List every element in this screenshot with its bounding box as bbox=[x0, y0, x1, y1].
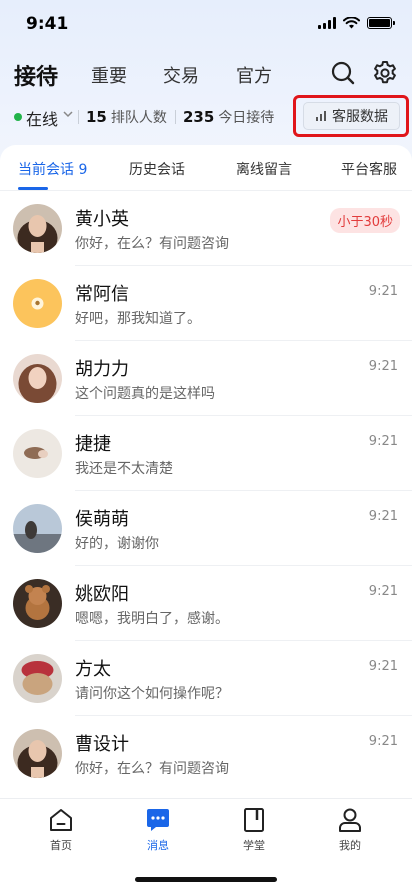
list-item[interactable]: 方太 请问你这个如何操作呢？ 9:21 bbox=[0, 641, 412, 716]
message-time: 9:21 bbox=[368, 584, 398, 599]
tab-offline-messages[interactable]: 离线留言 bbox=[236, 159, 292, 179]
today-label: 今日接待 bbox=[218, 110, 275, 126]
message-time: 9:21 bbox=[368, 359, 398, 374]
avatar bbox=[13, 504, 62, 553]
queue-count: 15 bbox=[86, 108, 107, 126]
contact-name: 方太 bbox=[75, 659, 111, 680]
home-indicator bbox=[135, 877, 277, 882]
divider bbox=[175, 110, 176, 124]
today-stat: 235 今日接待 bbox=[183, 107, 274, 127]
message-icon bbox=[147, 809, 169, 831]
active-tab-indicator bbox=[18, 187, 48, 190]
tab-transaction[interactable]: 交易 bbox=[163, 62, 199, 88]
message-time: 9:21 bbox=[368, 434, 398, 449]
tab-important[interactable]: 重要 bbox=[91, 62, 127, 88]
message-preview: 嗯嗯，我明白了，感谢。 bbox=[75, 611, 229, 627]
avatar bbox=[13, 579, 62, 628]
contact-name: 姚欧阳 bbox=[75, 584, 129, 605]
list-item[interactable]: 曹设计 你好，在么？有问题咨询 9:21 bbox=[0, 716, 412, 791]
book-icon bbox=[244, 808, 264, 832]
session-tabs: 当前会话 9 历史会话 离线留言 平台客服 bbox=[0, 145, 412, 191]
avatar bbox=[13, 729, 62, 778]
home-icon bbox=[50, 809, 72, 831]
message-preview: 这个问题真的是这样吗 bbox=[75, 386, 215, 402]
nav-profile[interactable]: 我的 bbox=[320, 807, 380, 853]
nav-academy[interactable]: 学堂 bbox=[224, 807, 284, 853]
status-time: 9:41 bbox=[26, 14, 69, 34]
tab-official[interactable]: 官方 bbox=[236, 62, 272, 88]
nav-messages-label: 消息 bbox=[147, 839, 169, 852]
avatar bbox=[13, 654, 62, 703]
message-time: 9:21 bbox=[368, 509, 398, 524]
message-preview: 你好，在么？有问题咨询 bbox=[75, 761, 229, 777]
avatar bbox=[13, 429, 62, 478]
divider bbox=[78, 110, 79, 124]
avatar bbox=[13, 354, 62, 403]
service-data-button[interactable]: 客服数据 bbox=[303, 102, 400, 130]
list-item[interactable]: 黄小英 你好，在么？有问题咨询 小于30秒 bbox=[0, 191, 412, 266]
online-status-dot bbox=[14, 113, 22, 121]
stats-row: 在线 15 排队人数 235 今日接待 客服数据 bbox=[0, 95, 412, 137]
contact-name: 常阿信 bbox=[75, 284, 129, 305]
tab-current-sessions[interactable]: 当前会话 9 bbox=[18, 159, 87, 179]
message-preview: 请问你这个如何操作呢？ bbox=[75, 686, 229, 702]
contact-name: 捷捷 bbox=[75, 434, 111, 455]
contact-name: 黄小英 bbox=[75, 209, 129, 230]
avatar bbox=[13, 204, 62, 253]
user-icon bbox=[339, 808, 361, 832]
search-icon[interactable] bbox=[330, 60, 356, 86]
conversation-panel: 当前会话 9 历史会话 离线留言 平台客服 黄小英 你好，在么？有问题咨询 小于… bbox=[0, 145, 412, 805]
list-item[interactable]: 捷捷 我还是不太清楚 9:21 bbox=[0, 416, 412, 491]
avatar bbox=[13, 279, 62, 328]
wait-time-badge: 小于30秒 bbox=[330, 208, 400, 233]
list-item[interactable]: 侯萌萌 好的，谢谢你 9:21 bbox=[0, 491, 412, 566]
list-item[interactable]: 常阿信 好吧，那我知道了。 9:21 bbox=[0, 266, 412, 341]
battery-icon bbox=[367, 17, 395, 29]
list-item[interactable]: 胡力力 这个问题真的是这样吗 9:21 bbox=[0, 341, 412, 416]
nav-academy-label: 学堂 bbox=[243, 839, 265, 852]
contact-name: 曹设计 bbox=[75, 734, 129, 755]
service-data-label: 客服数据 bbox=[332, 109, 388, 125]
message-preview: 你好，在么？有问题咨询 bbox=[75, 236, 229, 252]
today-count: 235 bbox=[183, 108, 215, 126]
tab-reception[interactable]: 接待 bbox=[14, 59, 58, 91]
nav-messages[interactable]: 消息 bbox=[128, 807, 188, 853]
bar-chart-icon bbox=[316, 111, 326, 121]
tab-history-sessions[interactable]: 历史会话 bbox=[129, 159, 185, 179]
chevron-down-icon[interactable] bbox=[62, 108, 74, 120]
message-time: 9:21 bbox=[368, 659, 398, 674]
signal-icon bbox=[318, 17, 336, 29]
queue-stat: 15 排队人数 bbox=[86, 107, 167, 127]
message-preview: 我还是不太清楚 bbox=[75, 461, 173, 477]
message-preview: 好的，谢谢你 bbox=[75, 536, 159, 552]
gear-icon[interactable] bbox=[372, 60, 398, 86]
queue-label: 排队人数 bbox=[110, 110, 167, 126]
nav-home-label: 首页 bbox=[50, 839, 72, 852]
online-status-label[interactable]: 在线 bbox=[26, 106, 58, 130]
nav-home[interactable]: 首页 bbox=[31, 807, 91, 853]
contact-name: 胡力力 bbox=[75, 359, 129, 380]
list-item[interactable]: 姚欧阳 嗯嗯，我明白了，感谢。 9:21 bbox=[0, 566, 412, 641]
status-icons bbox=[318, 17, 395, 29]
nav-profile-label: 我的 bbox=[339, 839, 361, 852]
message-preview: 好吧，那我知道了。 bbox=[75, 311, 201, 327]
message-time: 9:21 bbox=[368, 284, 398, 299]
contact-name: 侯萌萌 bbox=[75, 509, 129, 530]
wifi-icon bbox=[343, 17, 360, 29]
tab-platform-service[interactable]: 平台客服 bbox=[341, 159, 397, 179]
message-time: 9:21 bbox=[368, 734, 398, 749]
status-bar: 9:41 bbox=[0, 0, 412, 50]
top-nav: 接待 重要 交易 官方 bbox=[0, 56, 412, 96]
